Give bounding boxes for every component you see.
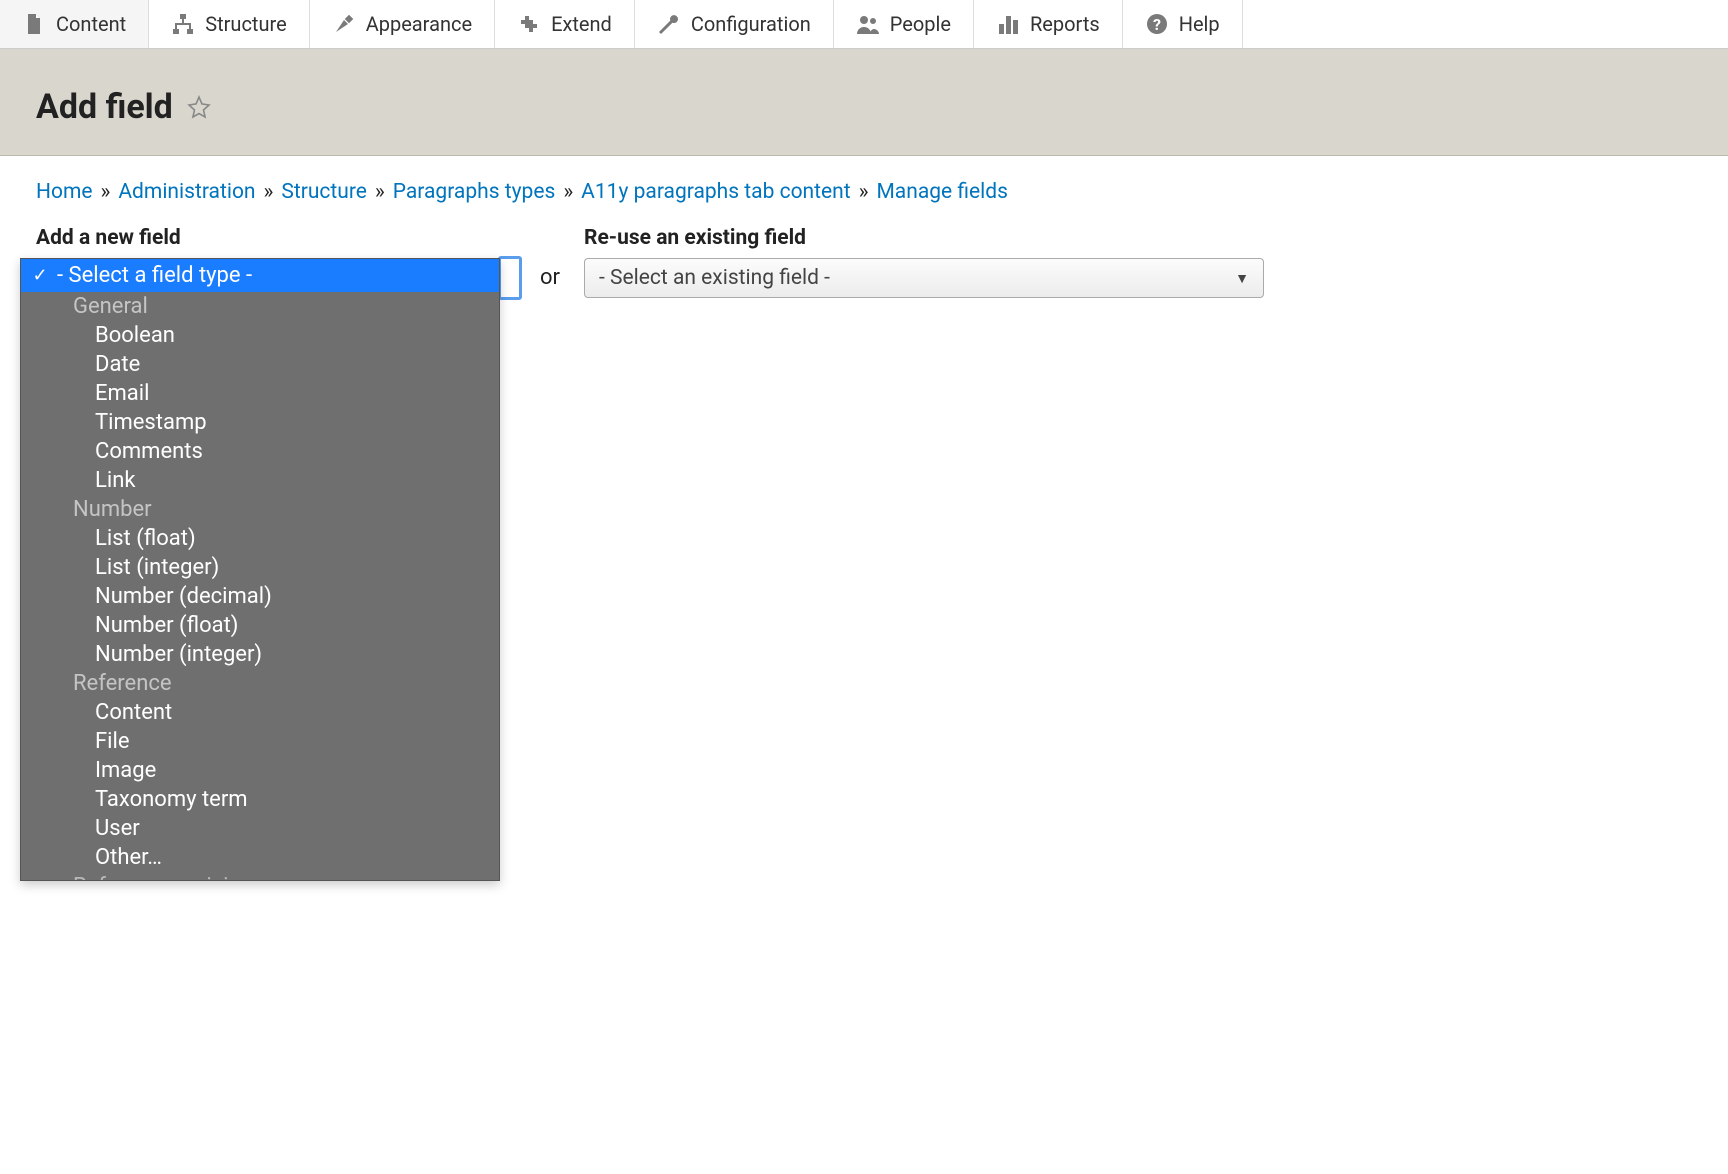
field-type-dropdown[interactable]: ✓ - Select a field type - General Boolea… xyxy=(20,258,500,881)
dropdown-selected-option[interactable]: ✓ - Select a field type - xyxy=(21,259,499,292)
dropdown-option[interactable]: Number (float) xyxy=(21,611,499,640)
existing-field-select-value: - Select an existing field - xyxy=(599,266,830,290)
content-icon xyxy=(22,12,46,36)
breadcrumb-link[interactable]: Paragraphs types xyxy=(393,180,556,204)
title-region: Add field xyxy=(0,49,1728,156)
breadcrumb-sep: » xyxy=(373,180,387,204)
breadcrumb-link[interactable]: Administration xyxy=(118,180,255,204)
breadcrumb-link[interactable]: Manage fields xyxy=(876,180,1007,204)
breadcrumb-sep: » xyxy=(857,180,871,204)
or-separator: or xyxy=(540,265,560,298)
dropdown-option[interactable]: File xyxy=(21,727,499,756)
toolbar-item-people[interactable]: People xyxy=(834,0,974,48)
structure-icon xyxy=(171,12,195,36)
dropdown-group-label: Number xyxy=(21,495,499,524)
toolbar-label: Appearance xyxy=(366,12,472,36)
dropdown-option[interactable]: Date xyxy=(21,350,499,379)
dropdown-group-label: Reference xyxy=(21,669,499,698)
breadcrumb-link[interactable]: A11y paragraphs tab content xyxy=(581,180,850,204)
dropdown-option[interactable]: Boolean xyxy=(21,321,499,350)
configuration-icon xyxy=(657,12,681,36)
checkmark-icon: ✓ xyxy=(31,265,49,286)
dropdown-option[interactable]: Image xyxy=(21,756,499,785)
dropdown-option[interactable]: Number (integer) xyxy=(21,640,499,669)
reports-icon xyxy=(996,12,1020,36)
help-icon: ? xyxy=(1145,12,1169,36)
toolbar-label: People xyxy=(890,12,951,36)
dropdown-option[interactable]: Timestamp xyxy=(21,408,499,437)
dropdown-option[interactable]: Email xyxy=(21,379,499,408)
existing-field-label: Re-use an existing field xyxy=(584,226,1264,250)
dropdown-option[interactable]: Other… xyxy=(21,843,499,872)
breadcrumb-sep: » xyxy=(262,180,276,204)
new-field-label: Add a new field xyxy=(36,226,516,250)
toolbar-label: Reports xyxy=(1030,12,1100,36)
extend-icon xyxy=(517,12,541,36)
content-area: Home » Administration » Structure » Para… xyxy=(0,156,1728,322)
page-title: Add field xyxy=(36,87,173,127)
svg-text:?: ? xyxy=(1153,15,1161,34)
add-field-form: Add a new field - Select a field type - … xyxy=(36,226,1692,298)
toolbar-item-content[interactable]: Content xyxy=(0,0,149,48)
toolbar-label: Configuration xyxy=(691,12,811,36)
dropdown-option[interactable]: Link xyxy=(21,466,499,495)
breadcrumb: Home » Administration » Structure » Para… xyxy=(36,180,1692,204)
breadcrumb-sep: » xyxy=(561,180,575,204)
people-icon xyxy=(856,12,880,36)
toolbar-item-extend[interactable]: Extend xyxy=(495,0,635,48)
dropdown-option[interactable]: Content xyxy=(21,698,499,727)
dropdown-group-label: General xyxy=(21,292,499,321)
toolbar-item-help[interactable]: ? Help xyxy=(1123,0,1243,48)
breadcrumb-link[interactable]: Home xyxy=(36,180,93,204)
dropdown-group-label-cutoff: Reference revisions xyxy=(21,872,499,880)
toolbar-item-appearance[interactable]: Appearance xyxy=(310,0,495,48)
admin-toolbar: Content Structure Appearance Extend Conf… xyxy=(0,0,1728,49)
appearance-icon xyxy=(332,12,356,36)
toolbar-label: Help xyxy=(1179,12,1220,36)
star-icon[interactable] xyxy=(187,95,211,119)
dropdown-option[interactable]: User xyxy=(21,814,499,843)
dropdown-option[interactable]: Comments xyxy=(21,437,499,466)
existing-field-select[interactable]: - Select an existing field - ▼ xyxy=(584,258,1264,298)
toolbar-label: Structure xyxy=(205,12,286,36)
caret-icon: ▼ xyxy=(1235,270,1249,287)
dropdown-option[interactable]: List (integer) xyxy=(21,553,499,582)
dropdown-option[interactable]: Number (decimal) xyxy=(21,582,499,611)
toolbar-item-configuration[interactable]: Configuration xyxy=(635,0,834,48)
toolbar-label: Content xyxy=(56,12,126,36)
dropdown-selected-label: - Select a field type - xyxy=(57,263,252,288)
toolbar-item-reports[interactable]: Reports xyxy=(974,0,1123,48)
dropdown-option[interactable]: List (float) xyxy=(21,524,499,553)
breadcrumb-sep: » xyxy=(99,180,113,204)
toolbar-label: Extend xyxy=(551,12,612,36)
dropdown-option[interactable]: Taxonomy term xyxy=(21,785,499,814)
focus-ring xyxy=(498,256,522,300)
breadcrumb-link[interactable]: Structure xyxy=(281,180,367,204)
new-field-select-wrapper: - Select a field type - ▼ ✓ - Select a f… xyxy=(36,258,516,298)
toolbar-item-structure[interactable]: Structure xyxy=(149,0,309,48)
